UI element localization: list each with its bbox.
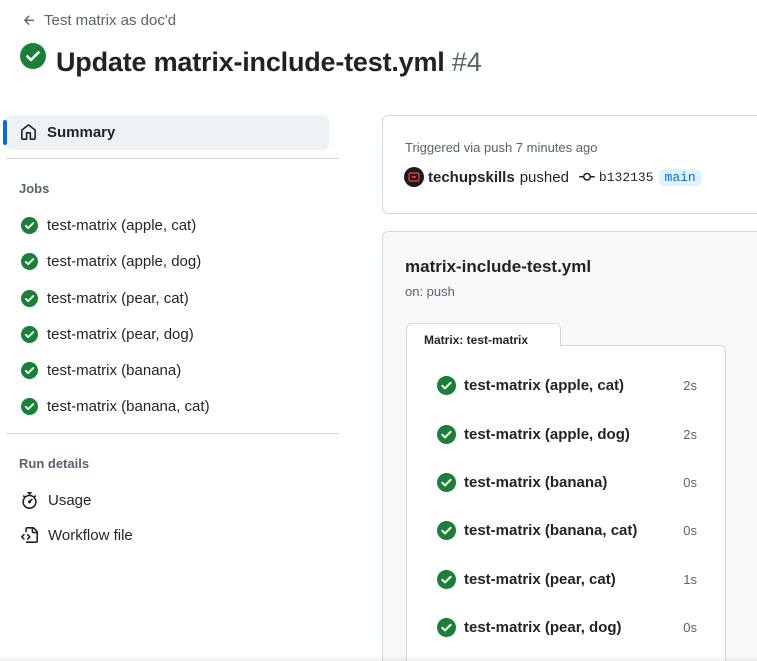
success-check-icon — [21, 217, 38, 234]
sidebar-job-item[interactable]: test-matrix (pear, dog) — [21, 326, 194, 343]
sidebar-job-item[interactable]: test-matrix (banana, cat) — [21, 398, 210, 415]
matrix-job-row[interactable]: test-matrix (banana, cat) 0s — [437, 521, 697, 540]
run-number: #4 — [451, 47, 482, 77]
sidebar-item-summary[interactable]: Summary — [3, 115, 329, 150]
home-icon — [21, 124, 36, 140]
success-check-icon — [437, 425, 456, 444]
matrix-job-label: test-matrix (pear, cat) — [464, 571, 616, 588]
job-duration: 0s — [683, 475, 697, 490]
matrix-job-row[interactable]: test-matrix (pear, dog) 0s — [437, 618, 697, 637]
matrix-group: test-matrix (apple, cat) 2s test-matrix … — [406, 345, 726, 661]
trigger-text: Triggered via push 7 minutes ago — [405, 140, 598, 155]
sidebar-job-item[interactable]: test-matrix (apple, cat) — [21, 217, 196, 234]
run-title: Update matrix-include-test.yml — [56, 47, 445, 77]
success-check-icon — [437, 570, 456, 589]
branch-label[interactable]: main — [658, 168, 702, 186]
commit-sha-link[interactable]: b132135 — [599, 170, 654, 185]
divider — [6, 158, 339, 159]
success-check-icon — [21, 362, 38, 379]
job-label: test-matrix (banana, cat) — [47, 398, 210, 415]
job-duration: 1s — [683, 572, 697, 587]
git-commit-icon — [578, 172, 595, 181]
job-duration: 2s — [683, 427, 697, 442]
success-check-icon — [21, 253, 38, 270]
avatar[interactable] — [404, 167, 424, 187]
job-label: test-matrix (pear, dog) — [47, 326, 194, 343]
success-check-icon — [20, 43, 46, 69]
matrix-job-label: test-matrix (pear, dog) — [464, 619, 622, 636]
matrix-job-label: test-matrix (apple, cat) — [464, 377, 625, 394]
bottom-shadow — [0, 655, 757, 661]
matrix-job-row[interactable]: test-matrix (pear, cat) 1s — [437, 570, 697, 589]
page-title: Update matrix-include-test.yml #4 — [56, 44, 482, 80]
matrix-job-row[interactable]: test-matrix (banana) 0s — [437, 473, 697, 492]
success-check-icon — [437, 618, 456, 637]
job-label: test-matrix (pear, cat) — [47, 290, 189, 307]
workflow-trigger: on: push — [405, 284, 455, 299]
run-details-heading: Run details — [19, 456, 90, 471]
file-code-icon — [21, 527, 38, 543]
sidebar-item-workflow-file[interactable]: Workflow file — [21, 527, 133, 544]
job-duration: 0s — [683, 620, 697, 635]
avatar-logo-icon — [408, 172, 420, 182]
jobs-heading: Jobs — [19, 181, 50, 196]
arrow-left-icon — [24, 15, 35, 25]
matrix-job-label: test-matrix (apple, dog) — [464, 426, 630, 443]
divider — [6, 433, 339, 434]
sidebar-job-item[interactable]: test-matrix (banana) — [21, 362, 181, 379]
workflow-graph-card: matrix-include-test.yml on: push Matrix:… — [382, 231, 757, 661]
page-title-row: Update matrix-include-test.yml #4 — [20, 42, 482, 80]
success-check-icon — [437, 473, 456, 492]
sidebar-item-usage[interactable]: Usage — [21, 492, 91, 509]
sidebar-item-label: Summary — [47, 124, 116, 141]
matrix-tab: Matrix: test-matrix — [406, 323, 561, 349]
sidebar-item-label: Workflow file — [48, 527, 133, 544]
success-check-icon — [437, 376, 456, 395]
stopwatch-icon — [22, 492, 37, 509]
job-label: test-matrix (banana) — [47, 362, 182, 379]
job-label: test-matrix (apple, cat) — [47, 217, 197, 234]
push-info: techupskills pushed b132135 main — [404, 167, 702, 187]
success-check-icon — [21, 290, 38, 307]
success-check-icon — [21, 326, 38, 343]
trigger-card: Triggered via push 7 minutes ago techups… — [382, 115, 757, 214]
job-duration: 2s — [683, 378, 697, 393]
success-check-icon — [21, 398, 38, 415]
matrix-job-label: test-matrix (banana) — [464, 474, 608, 491]
sidebar-job-item[interactable]: test-matrix (pear, cat) — [21, 290, 189, 307]
actor-link[interactable]: techupskills — [428, 169, 515, 186]
matrix-job-row[interactable]: test-matrix (apple, cat) 2s — [437, 376, 697, 395]
success-check-icon — [437, 521, 456, 540]
push-action: pushed — [519, 168, 569, 186]
back-link-label: Test matrix as doc'd — [44, 12, 177, 29]
job-label: test-matrix (apple, dog) — [47, 253, 202, 270]
back-link[interactable]: Test matrix as doc'd — [22, 12, 176, 29]
sidebar-job-item[interactable]: test-matrix (apple, dog) — [21, 253, 201, 270]
matrix-job-row[interactable]: test-matrix (apple, dog) 2s — [437, 425, 697, 444]
job-duration: 0s — [683, 523, 697, 538]
workflow-name: matrix-include-test.yml — [405, 257, 592, 276]
sidebar-item-label: Usage — [48, 492, 92, 509]
matrix-job-label: test-matrix (banana, cat) — [464, 522, 638, 539]
